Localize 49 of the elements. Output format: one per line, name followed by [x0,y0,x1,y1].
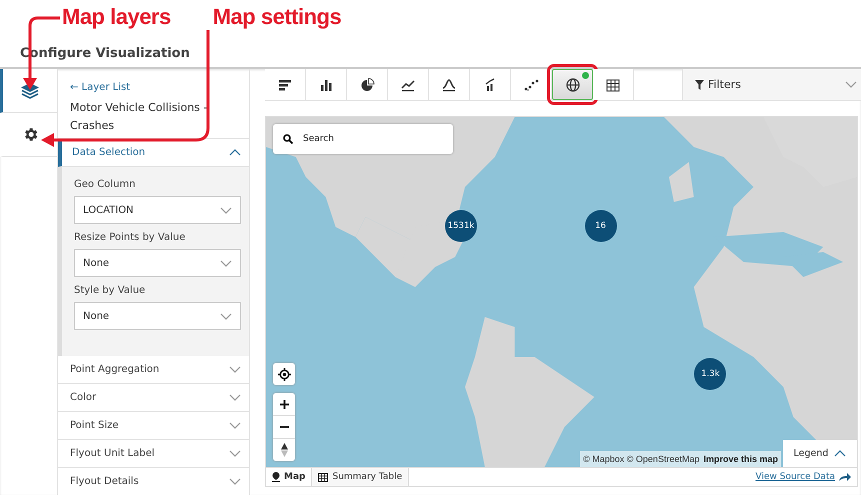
curve-chart-icon [442,78,456,91]
filter-icon [695,80,704,90]
table-icon [318,472,328,482]
field-label: Style by Value [74,285,146,296]
compass-icon [280,443,288,457]
view-tab[interactable]: Summary Table [312,468,410,486]
chevron-icon [834,450,846,457]
chevron-icon [229,149,241,156]
chevron-icon [229,394,241,401]
locate-icon [278,368,290,380]
search-field[interactable]: Search [273,124,453,154]
globe-icon [566,78,580,92]
chevron-icon [229,366,241,373]
chevron-icon [220,206,232,214]
map-attribution: © Mapbox © OpenStreetMap [583,454,700,464]
chevron-icon [845,81,857,88]
pin-icon [272,472,280,482]
layers-tab[interactable] [0,69,57,113]
dropdown[interactable]: None [74,249,241,277]
chevron-icon [229,478,241,485]
status-dot [582,72,589,79]
callout-label: Map settings [212,3,342,31]
accordion-header[interactable]: Data Selection [58,139,249,167]
field-label: Geo Column [74,179,136,190]
chevron-icon [220,312,232,320]
chevron-icon [229,422,241,429]
field-label: Resize Points by Value [74,232,186,243]
legend-toggle[interactable]: Legend [783,440,857,467]
plus-icon [280,400,288,408]
back-link[interactable]: ← Layer List [70,82,130,93]
improve-map-link[interactable]: Improve this map [703,454,778,464]
pie-chart-icon [362,78,374,90]
dropdown[interactable]: LOCATION [74,196,241,224]
bar-chart-icon [279,80,291,90]
column-chart-icon [321,80,332,90]
view-source-link[interactable]: View Source Data [756,472,835,482]
chevron-icon [229,450,241,457]
search-icon [283,134,293,144]
filters-dropdown[interactable]: Filters [682,69,861,100]
settings-tab[interactable] [0,113,57,157]
chevron-icon [220,260,232,266]
dropdown[interactable]: None [74,302,241,330]
callout-label: Map layers [62,3,171,31]
combo-chart-icon [486,78,494,90]
share-arrow-icon [839,473,851,481]
minus-icon [280,426,288,428]
scatter-chart-icon [524,79,538,90]
line-chart-icon [401,80,415,91]
table-icon [606,79,620,91]
